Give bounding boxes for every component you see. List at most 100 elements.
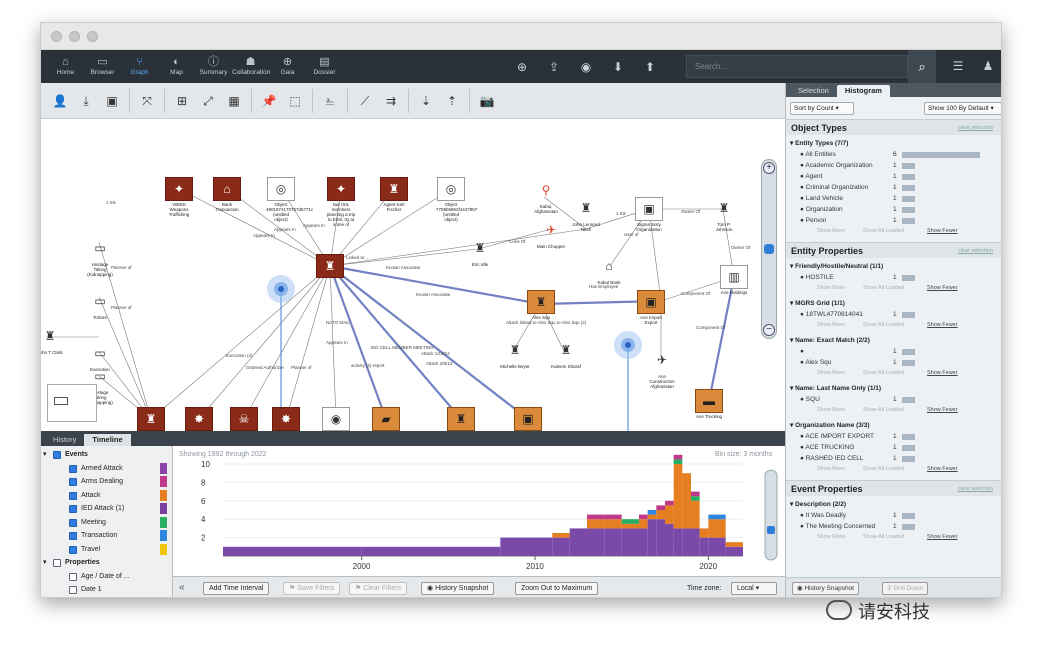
timeline-bar[interactable] [647, 519, 657, 556]
tree-event-item[interactable]: Attack [41, 489, 172, 502]
histogram-row[interactable]: ● RASHED IED CELL 1 [800, 455, 990, 462]
zoom-in-icon[interactable]: + [763, 162, 775, 174]
show-fewer-link[interactable]: Show Fewer [927, 407, 958, 413]
timeline-bar[interactable] [691, 528, 700, 556]
text-label-icon[interactable]: ⎁ [317, 89, 343, 113]
show-all-loaded-link[interactable]: Show All Loaded [863, 466, 904, 472]
graph-node[interactable]: ✈ Ace Construction Afghanistan [647, 349, 677, 389]
graph-node[interactable]: ☠Execution [229, 407, 259, 431]
tab-selection[interactable]: Selection [790, 85, 837, 97]
panel-history-snapshot-button[interactable]: ◉ History Snapshot [792, 582, 859, 595]
graph-node[interactable]: ♜ Tom P. Johnson [709, 197, 739, 232]
zoom-out-maximum-button[interactable]: Zoom Out to Maximum [515, 582, 599, 595]
nav-graph[interactable]: ⑂ Graph [121, 56, 158, 77]
minimize-window-button[interactable] [69, 31, 80, 42]
upload-icon[interactable]: ⬆ [634, 60, 666, 74]
graph-node[interactable]: ✈ Main Chopper [536, 219, 566, 249]
timeline-bar[interactable] [691, 491, 700, 497]
timeline-bar[interactable] [708, 537, 726, 556]
timeline-bar[interactable] [535, 537, 553, 556]
graph-node[interactable]: ✸Attack 2/8/13 [271, 407, 301, 431]
snapshot-camera-icon[interactable]: 📷 [474, 89, 500, 113]
show-all-loaded-link[interactable]: Show All Loaded [863, 228, 904, 234]
notification-icon[interactable]: ♟ [973, 50, 1001, 83]
timeline-bar[interactable] [665, 505, 674, 524]
graph-node[interactable]: ◎ Object 4901874170767d5771c (untitled ob… [266, 177, 313, 222]
timeline-bar[interactable] [639, 528, 648, 556]
graph-node[interactable]: ◎ Object 7709b5962f4447867 (untitled obje… [436, 177, 477, 222]
camera-icon[interactable]: ◉ [570, 60, 602, 74]
tree-event-item[interactable]: IED Attack (1) [41, 502, 172, 515]
histogram-row[interactable]: ● HOSTILE 1 [800, 274, 990, 281]
checkbox[interactable] [69, 518, 77, 527]
search-icon[interactable]: ⌕ [908, 50, 936, 83]
timeline-history-snapshot-button[interactable]: ◉ History Snapshot [421, 582, 495, 595]
graph-node[interactable]: ♜considered the main logistics coordinat… [446, 407, 476, 431]
timeline-bar[interactable] [647, 510, 657, 515]
show-more-link[interactable]: Show More [817, 370, 845, 376]
timeline-bar[interactable] [682, 528, 691, 556]
tree-event-item[interactable]: Armed Attack [41, 462, 172, 475]
histogram-row[interactable]: ● All Entities 6 [800, 151, 990, 158]
timeline-bar[interactable] [665, 523, 674, 556]
zoom-handle[interactable] [764, 244, 774, 254]
timeline-bar[interactable] [699, 537, 709, 556]
timeline-bar[interactable] [604, 514, 622, 520]
timeline-bar[interactable] [682, 473, 691, 529]
timeline-bar[interactable] [691, 496, 700, 501]
graph-node[interactable]: ♜ Michelle Beyer [500, 339, 530, 369]
graph-node[interactable]: ♜ Kaleem Sharaf [551, 339, 581, 369]
tree-event-item[interactable]: Travel [41, 543, 172, 556]
nav-summary[interactable]: ⓘ Summary [195, 56, 232, 77]
add-icon[interactable]: ⊕ [506, 60, 538, 74]
timeline-zoom-slider[interactable] [764, 469, 778, 561]
checkbox[interactable] [69, 572, 77, 581]
tree-toggle-icon[interactable]: ▾ [43, 556, 47, 569]
timeline-bar[interactable] [708, 519, 726, 538]
group-header[interactable]: ▾ Description (2/2) [790, 500, 846, 508]
timeline-bar[interactable] [587, 528, 605, 556]
show-fewer-link[interactable]: Show Fewer [927, 285, 958, 291]
graph-node[interactable]: ♜ Alex Squ [526, 290, 556, 320]
nav-dossier[interactable]: ▤ Dossier [306, 56, 343, 77]
graph-node[interactable]: ▣ Ace Import Export [636, 290, 666, 325]
tree-property-item[interactable]: Age / Date of ... [41, 570, 172, 583]
show-fewer-link[interactable]: Show Fewer [927, 466, 958, 472]
group-header[interactable]: ▾ Friendly/Hostile/Neutral (1/1) [790, 262, 883, 270]
show-more-link[interactable]: Show More [817, 285, 845, 291]
histogram-row[interactable]: ● ACE TRUCKING 1 [800, 444, 990, 451]
graph-node[interactable]: ♜ John Leonard Nash [571, 197, 601, 232]
timeline-bar[interactable] [604, 528, 622, 556]
show-fewer-link[interactable]: Show Fewer [927, 228, 958, 234]
histogram-row[interactable]: ● Person 1 [800, 217, 990, 224]
group-header[interactable]: ▾ Organization Name (3/3) [790, 421, 869, 429]
graph-node[interactable]: ✦ VBIED Weapons Trafficking [164, 177, 194, 217]
timeline-chart[interactable]: 2 4 6 8 10 2000 2010 2020 Showing 1992 through 2… [173, 446, 785, 576]
timeline-bar[interactable] [569, 528, 587, 556]
checkbox[interactable] [69, 505, 77, 513]
histogram-row[interactable]: ● SQU 1 [800, 396, 990, 403]
checkbox[interactable] [69, 464, 77, 473]
drill-down-button[interactable]: ⚲ Drill Down [882, 582, 929, 595]
graph-node[interactable]: ▥ Ace Holdings [719, 265, 749, 295]
checkbox[interactable] [69, 586, 77, 594]
graph-node[interactable]: ▣Rashed IED Cell [513, 407, 543, 431]
graph-node[interactable]: ◉Extra-vehicular activity - referenced f… [321, 407, 351, 431]
timeline-bar[interactable] [699, 528, 709, 538]
tree-property-item[interactable]: Date 1 [41, 583, 172, 596]
show-all-loaded-link[interactable]: Show All Loaded [863, 285, 904, 291]
group-header[interactable]: ▾ Name: Exact Match (2/2) [790, 336, 870, 344]
tree-properties[interactable]: ▾ Properties [41, 556, 172, 569]
show-more-link[interactable]: Show More [817, 534, 845, 540]
histogram-row[interactable]: ● Land Vehicle 1 [800, 195, 990, 202]
graph-node[interactable]: ▭ Torture [85, 290, 115, 320]
collapse-icon[interactable]: ⇣ [413, 89, 439, 113]
sort-select[interactable]: Sort by Count ▾ [790, 102, 854, 115]
checkbox[interactable] [69, 478, 77, 486]
show-all-loaded-link[interactable]: Show All Loaded [863, 370, 904, 376]
nav-map[interactable]: ◐ Map [158, 56, 195, 77]
timeline-bar[interactable] [708, 514, 726, 520]
group-header[interactable]: ▾ Entity Types (7/7) [790, 139, 848, 147]
pin-icon[interactable]: 📌 [256, 89, 282, 113]
tab-histogram[interactable]: Histogram [836, 85, 890, 97]
